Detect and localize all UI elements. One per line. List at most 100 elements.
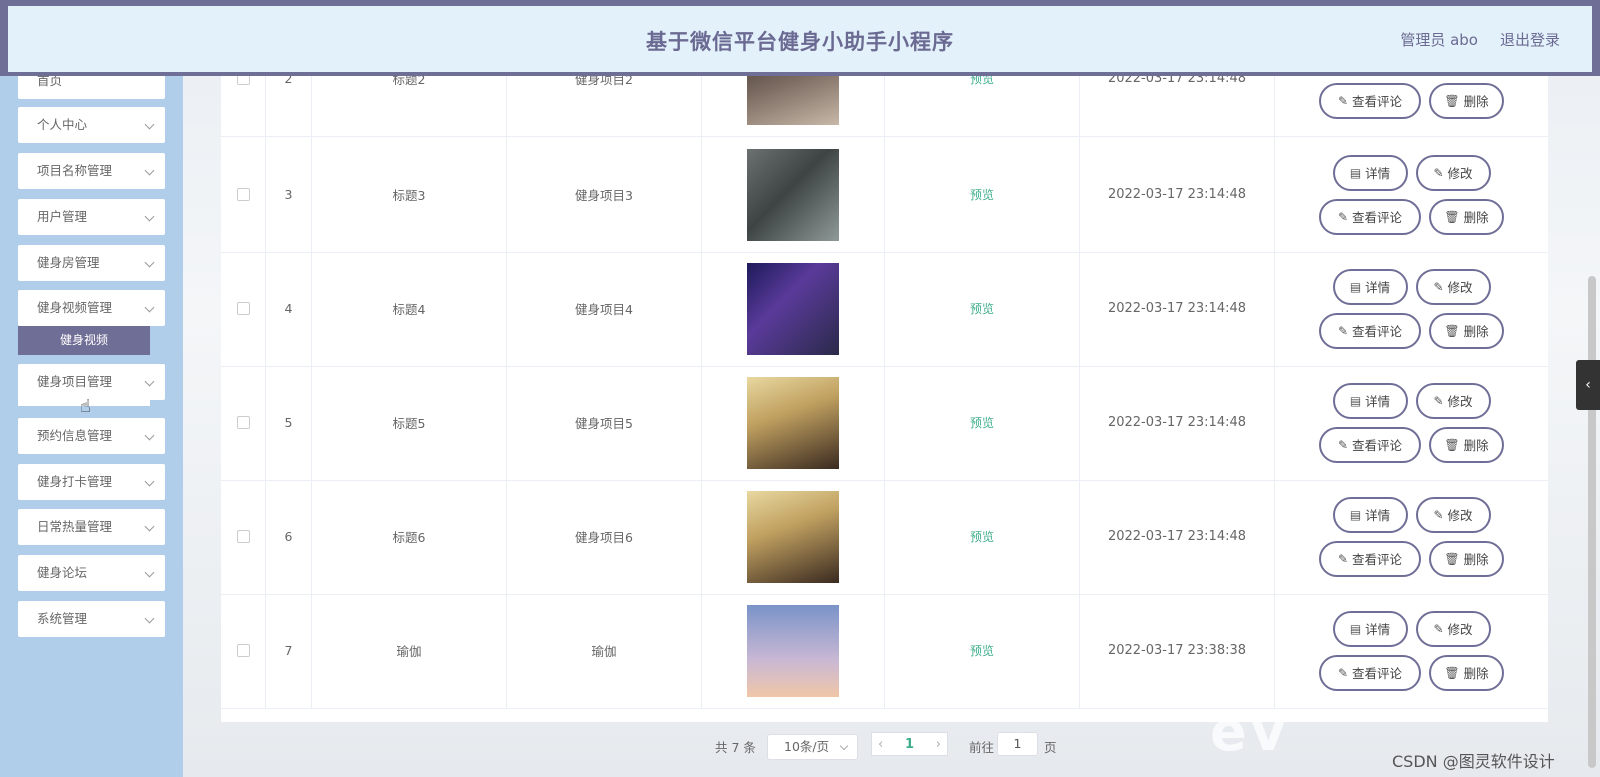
- row-checkbox[interactable]: [236, 188, 250, 201]
- sidebar-item-users[interactable]: 用户管理: [18, 199, 165, 235]
- view-comments-button[interactable]: ✎ 查看评论: [1319, 82, 1421, 119]
- row-actions-top: ▤详情✎修改: [1332, 154, 1491, 191]
- row-thumbnail[interactable]: [747, 490, 839, 583]
- sidebar-item-gyms[interactable]: 健身房管理: [18, 245, 165, 281]
- sidebar-item-label: 日常热量管理: [37, 519, 113, 534]
- row-project: 瑜伽: [507, 592, 702, 709]
- edit-button[interactable]: ✎修改: [1415, 496, 1491, 533]
- sidebar-item-checkins[interactable]: 健身打卡管理: [18, 464, 165, 500]
- row-thumbnail[interactable]: [747, 262, 839, 355]
- table-row: 7 瑜伽 瑜伽 预览 2022-03-17 23:38:38 ▤ 详情 ✎ 修改 ✎ 查看评论 🗑 删除: [221, 592, 1548, 709]
- row-thumbnail[interactable]: [747, 604, 839, 697]
- pencil-icon: ✎: [1337, 551, 1349, 566]
- edit-button[interactable]: ✎修改: [1415, 154, 1491, 191]
- delete-button[interactable]: 🗑 删除: [1429, 312, 1504, 349]
- row-thumbnail[interactable]: [747, 376, 839, 469]
- watermark-logo: ev: [1210, 700, 1290, 763]
- row-index: 6: [266, 478, 312, 595]
- row-checkbox[interactable]: [236, 302, 250, 315]
- row-image-cell: [702, 250, 885, 367]
- page-number-current[interactable]: 1: [905, 737, 914, 752]
- sidebar-item-calories[interactable]: 日常热量管理: [18, 509, 165, 545]
- goto-page-input[interactable]: 1: [997, 732, 1038, 756]
- row-preview-cell: 预览: [885, 478, 1080, 595]
- detail-button[interactable]: ▤详情: [1332, 268, 1408, 305]
- pencil-icon: ✎: [1433, 393, 1444, 408]
- row-checkbox[interactable]: [236, 644, 250, 657]
- view-comments-button[interactable]: ✎ 查看评论: [1319, 654, 1421, 691]
- table-row: 5 标题5 健身项目5 预览 2022-03-17 23:14:48 ▤ 详情 ✎ 修改 ✎ 查看评…: [221, 364, 1548, 481]
- delete-button[interactable]: 🗑 删除: [1429, 540, 1504, 577]
- delete-label: 删除: [1463, 210, 1489, 225]
- view-comments-button[interactable]: ✎ 查看评论: [1319, 312, 1421, 349]
- page-scrollbar[interactable]: [1588, 276, 1596, 768]
- comments-label: 查看评论: [1352, 438, 1403, 453]
- chevron-down-icon: [144, 302, 155, 313]
- pagination: 共 7 条 10条/页 ‹ 1 › 前往 1 页: [0, 732, 1600, 762]
- pencil-icon: ✎: [1337, 93, 1349, 108]
- admin-label: 管理员 abo: [1400, 31, 1478, 49]
- preview-link[interactable]: 预览: [970, 300, 994, 317]
- app-title: 基于微信平台健身小助手小程序: [646, 30, 954, 54]
- view-comments-button[interactable]: ✎ 查看评论: [1319, 198, 1421, 235]
- comments-label: 查看评论: [1352, 94, 1403, 109]
- delete-label: 删除: [1463, 438, 1489, 453]
- edit-button[interactable]: ✎修改: [1415, 610, 1491, 647]
- sidebar-item-label: 项目名称管理: [37, 163, 113, 178]
- sidebar-subitem-videos[interactable]: 健身视频: [18, 326, 150, 355]
- page-size-select[interactable]: 10条/页: [767, 734, 858, 760]
- row-date: 2022-03-17 23:14:48: [1080, 478, 1275, 595]
- header-user-area: 管理员 abo 退出登录: [1400, 29, 1560, 50]
- sidebar-item-personal-center[interactable]: 个人中心: [18, 107, 165, 143]
- sidebar-item-project-names[interactable]: 项目名称管理: [18, 153, 165, 189]
- chevron-down-icon: [144, 567, 155, 578]
- edit-button[interactable]: ✎修改: [1415, 382, 1491, 419]
- view-comments-button[interactable]: ✎ 查看评论: [1319, 540, 1421, 577]
- sidebar-item-fitness-projects[interactable]: 健身项目管理: [18, 364, 165, 400]
- preview-link[interactable]: 预览: [970, 642, 994, 659]
- detail-button[interactable]: ▤详情: [1332, 496, 1408, 533]
- edit-label: 修改: [1447, 394, 1473, 409]
- pencil-icon: ✎: [1337, 209, 1349, 224]
- trash-icon: 🗑: [1444, 209, 1460, 224]
- detail-button[interactable]: ▤详情: [1332, 382, 1408, 419]
- sidebar-item-label: 系统管理: [37, 611, 88, 626]
- sidebar-item-system[interactable]: 系统管理: [18, 601, 165, 637]
- chevron-down-icon: [144, 119, 155, 130]
- preview-link[interactable]: 预览: [970, 186, 994, 203]
- table-row: 6 标题6 健身项目6 预览 2022-03-17 23:14:48 ▤ 详情 ✎ 修改 ✎ 查看评…: [221, 478, 1548, 595]
- sidebar-item-forum[interactable]: 健身论坛: [18, 555, 165, 591]
- chevron-down-icon: [144, 613, 155, 624]
- delete-button[interactable]: 🗑 删除: [1429, 654, 1504, 691]
- prev-page-icon[interactable]: ‹: [878, 737, 883, 752]
- data-table: 2标题2健身项目2预览2022-03-17 23:14:48▤详情✎修改✎查看评…: [221, 62, 1548, 722]
- logout-link[interactable]: 退出登录: [1500, 29, 1560, 50]
- chevron-left-icon: ‹: [1585, 377, 1591, 393]
- edit-label: 修改: [1447, 280, 1473, 295]
- row-image-cell: [702, 136, 885, 253]
- row-project: 健身项目4: [507, 250, 702, 367]
- row-checkbox[interactable]: [236, 416, 250, 429]
- detail-button[interactable]: ▤详情: [1332, 610, 1408, 647]
- edit-button[interactable]: ✎修改: [1415, 268, 1491, 305]
- sidebar-item-videos[interactable]: 健身视频管理: [18, 290, 165, 326]
- row-checkbox[interactable]: [236, 530, 250, 543]
- detail-label: 详情: [1365, 166, 1391, 181]
- detail-button[interactable]: ▤详情: [1332, 154, 1408, 191]
- preview-link[interactable]: 预览: [970, 528, 994, 545]
- view-comments-button[interactable]: ✎ 查看评论: [1319, 426, 1421, 463]
- delete-button[interactable]: 🗑 删除: [1429, 198, 1504, 235]
- collapse-toggle[interactable]: ‹: [1576, 360, 1600, 410]
- row-project: 健身项目6: [507, 478, 702, 595]
- next-page-icon[interactable]: ›: [936, 737, 941, 752]
- row-title: 标题6: [312, 478, 507, 595]
- preview-link[interactable]: 预览: [970, 414, 994, 431]
- delete-button[interactable]: 🗑 删除: [1429, 426, 1504, 463]
- row-index: 3: [266, 136, 312, 253]
- sidebar-item-appointments[interactable]: 预约信息管理: [18, 418, 165, 454]
- chevron-down-icon: [839, 741, 849, 751]
- row-actions: ▤详情✎修改✎查看评论🗑删除: [1275, 364, 1548, 481]
- delete-button[interactable]: 🗑 删除: [1429, 82, 1504, 119]
- row-date: 2022-03-17 23:38:38: [1080, 592, 1275, 709]
- row-thumbnail[interactable]: [747, 148, 839, 241]
